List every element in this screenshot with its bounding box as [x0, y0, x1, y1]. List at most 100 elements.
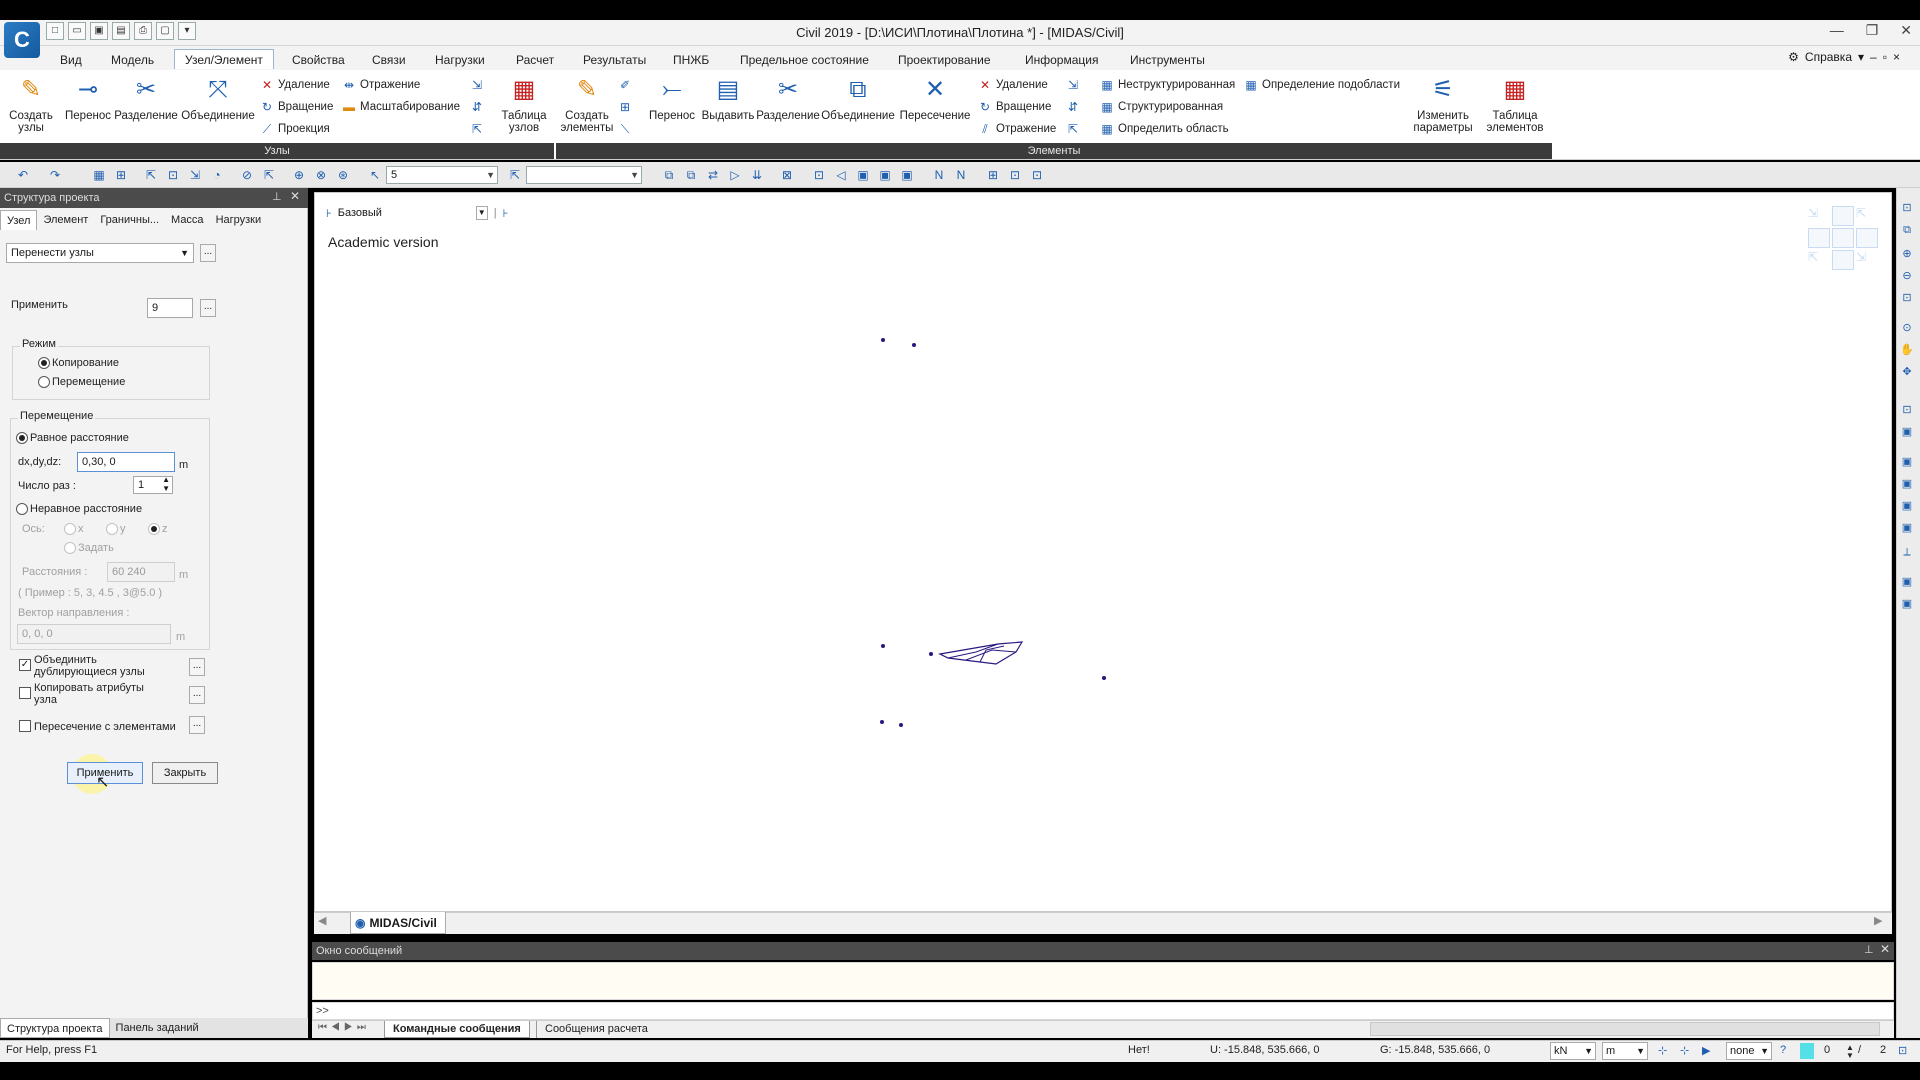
tab-project-structure[interactable]: Структура проекта — [0, 1018, 110, 1038]
model-node[interactable] — [881, 644, 885, 648]
node-table-button[interactable]: ▦ Таблица узлов — [496, 74, 552, 134]
delete-elements-button[interactable]: ✕ Удаление — [978, 78, 1048, 92]
merge-duplicates-more-button[interactable]: ... — [189, 658, 205, 676]
view-cube[interactable]: ⇲ ⇱ ⇱ ⇲ — [1808, 206, 1880, 274]
menu-tab-node-element[interactable]: Узел/Элемент — [174, 49, 274, 69]
view-name[interactable]: Базовый — [338, 207, 470, 219]
tab-element[interactable]: Элемент — [37, 210, 94, 230]
copy-attrs-checkbox[interactable] — [19, 687, 31, 699]
tab-command-messages[interactable]: Командные сообщения — [384, 1021, 530, 1038]
merge-elements-button[interactable]: ⧉ Объединение — [820, 74, 896, 122]
el-tool-3-icon[interactable]: ⟍ — [618, 122, 632, 136]
zoom-all-icon[interactable]: ⊡ — [1899, 290, 1915, 306]
vc-nw-icon[interactable]: ⇲ — [1808, 206, 1830, 226]
equal-distance-radio[interactable] — [16, 432, 28, 444]
menu-tab-analysis[interactable]: Расчет — [506, 50, 564, 70]
mode-copy-radio[interactable] — [38, 357, 50, 369]
merge-duplicates-checkbox[interactable]: ✓ — [19, 659, 31, 671]
model-node[interactable] — [912, 343, 916, 347]
filter-combo[interactable]: ▼ — [526, 166, 642, 184]
vc-sw-icon[interactable]: ⇱ — [1808, 250, 1830, 270]
filter-icon[interactable]: ⇱ — [506, 166, 524, 184]
move-elements-button[interactable]: ⤚ Перенос — [646, 74, 698, 122]
axis-view-icon[interactable]: ⟂ — [1899, 544, 1915, 560]
rotate-elements-button[interactable]: ↻ Вращение — [978, 100, 1051, 114]
length-unit-select[interactable]: m ▼ — [1602, 1042, 1648, 1060]
stepper-arrows-icon[interactable]: ▲ ▼ — [162, 475, 170, 493]
unselect-all-icon[interactable]: ⇱ — [260, 166, 278, 184]
vc-se-icon[interactable]: ⇲ — [1856, 250, 1878, 270]
restore-button[interactable]: ❐ — [1866, 22, 1879, 39]
mode-select[interactable]: none ▼ — [1726, 1042, 1772, 1060]
axis-x-radio[interactable] — [64, 523, 76, 535]
node-number-icon[interactable]: N — [930, 166, 948, 184]
pan-icon[interactable]: ✋ — [1899, 342, 1915, 358]
counter-stepper-icon[interactable]: ▲ ▼ — [1846, 1044, 1854, 1060]
snap-node-icon[interactable]: ⊹ — [1680, 1044, 1689, 1057]
intersect-more-button[interactable]: ... — [189, 716, 205, 734]
display-mode-icon[interactable]: ▣ — [1899, 574, 1915, 590]
model-viewport[interactable] — [314, 192, 1892, 912]
zoom-in-icon[interactable]: ⊕ — [1899, 246, 1915, 262]
minimize-button[interactable]: — — [1830, 22, 1844, 39]
view-tool-5-icon[interactable]: ⇊ — [748, 166, 766, 184]
vc-left[interactable] — [1808, 228, 1830, 248]
times-stepper[interactable]: 1 ▲ ▼ — [133, 475, 173, 494]
select-window-icon[interactable]: ▦ — [90, 166, 108, 184]
node-tool-3-icon[interactable]: ⇱ — [470, 122, 484, 136]
tab-mass[interactable]: Масса — [165, 210, 210, 230]
view-dropdown-icon[interactable]: ▼ — [475, 206, 488, 220]
help-dropdown-icon[interactable]: ▾ — [1858, 50, 1864, 64]
structured-mesh-button[interactable]: ▦ Структурированная — [1100, 100, 1223, 114]
tab-scroll-right-icon[interactable]: ▶ — [1874, 914, 1882, 927]
projection-nodes-button[interactable]: ⟋ Проекция — [260, 122, 330, 136]
view-top-icon[interactable]: ▣ — [876, 166, 894, 184]
force-unit-select[interactable]: kN ▼ — [1550, 1042, 1596, 1060]
view-front-right-icon[interactable]: ▣ — [1899, 476, 1915, 492]
view-left-icon[interactable]: ◁ — [832, 166, 850, 184]
view-tool-4-icon[interactable]: ▷ — [726, 166, 744, 184]
vc-top[interactable] — [1832, 206, 1854, 226]
viewport-tab[interactable]: ◉ MIDAS/Civil — [350, 912, 446, 934]
close-button[interactable]: Закрыть — [152, 762, 218, 784]
node-tool-2-icon[interactable]: ⇵ — [470, 100, 484, 114]
tab-loads[interactable]: Нагрузки — [210, 210, 268, 230]
select-poly-icon[interactable]: ⊞ — [112, 166, 130, 184]
function-more-button[interactable]: ... — [200, 244, 216, 262]
help-question-icon[interactable]: ? — [1780, 1044, 1786, 1056]
query2-icon[interactable]: ⊗ — [312, 166, 330, 184]
play-icon[interactable]: ▶ — [1702, 1044, 1710, 1057]
panel-close-icon[interactable]: ✕ — [290, 189, 300, 203]
undo-icon[interactable]: ↶ — [14, 166, 32, 184]
model-node[interactable] — [880, 720, 884, 724]
view-side-right-icon[interactable]: ▣ — [1899, 498, 1915, 514]
grid-toggle-icon[interactable]: ⊛ — [334, 166, 352, 184]
axis-define-radio[interactable] — [64, 542, 76, 554]
render-mode-icon[interactable]: ▣ — [1899, 596, 1915, 612]
element-number-icon[interactable]: N — [952, 166, 970, 184]
messages-close-icon[interactable]: ✕ — [1880, 942, 1890, 956]
unequal-distance-radio[interactable] — [16, 503, 28, 515]
snap-grid-icon[interactable]: ⊹ — [1658, 1044, 1667, 1057]
delete-nodes-button[interactable]: ✕ Удаление — [260, 78, 330, 92]
redo-icon[interactable]: ↷ — [46, 166, 64, 184]
help-menu[interactable]: Справка — [1805, 50, 1852, 64]
menu-tab-boundaries[interactable]: Связи — [362, 50, 416, 70]
scale-nodes-button[interactable]: ▬ Масштабирование — [342, 100, 460, 114]
menu-tab-loads[interactable]: Нагрузки — [425, 50, 495, 70]
view-point-icon[interactable]: ⊡ — [1899, 402, 1915, 418]
split-nodes-button[interactable]: ✂ Разделение — [114, 74, 178, 122]
menu-tab-info[interactable]: Информация — [1015, 50, 1108, 70]
select-all-icon[interactable]: ⇲ — [186, 166, 204, 184]
messages-pin-icon[interactable]: ⊥ — [1864, 943, 1874, 956]
menu-tab-model[interactable]: Модель — [101, 50, 164, 70]
select-elem-icon[interactable]: ⊡ — [164, 166, 182, 184]
gear-icon[interactable]: ⚙ — [1788, 50, 1799, 64]
menu-tab-design[interactable]: Проектирование — [888, 50, 1001, 70]
inner-minimize-icon[interactable]: – — [1870, 50, 1877, 64]
selection-combo[interactable]: 5 ▼ — [386, 166, 498, 184]
define-subarea-button[interactable]: ▦ Определение подобласти — [1244, 78, 1400, 92]
vc-front[interactable] — [1832, 228, 1854, 248]
view-front-icon[interactable]: ▣ — [854, 166, 872, 184]
app-logo[interactable]: C — [4, 22, 40, 58]
